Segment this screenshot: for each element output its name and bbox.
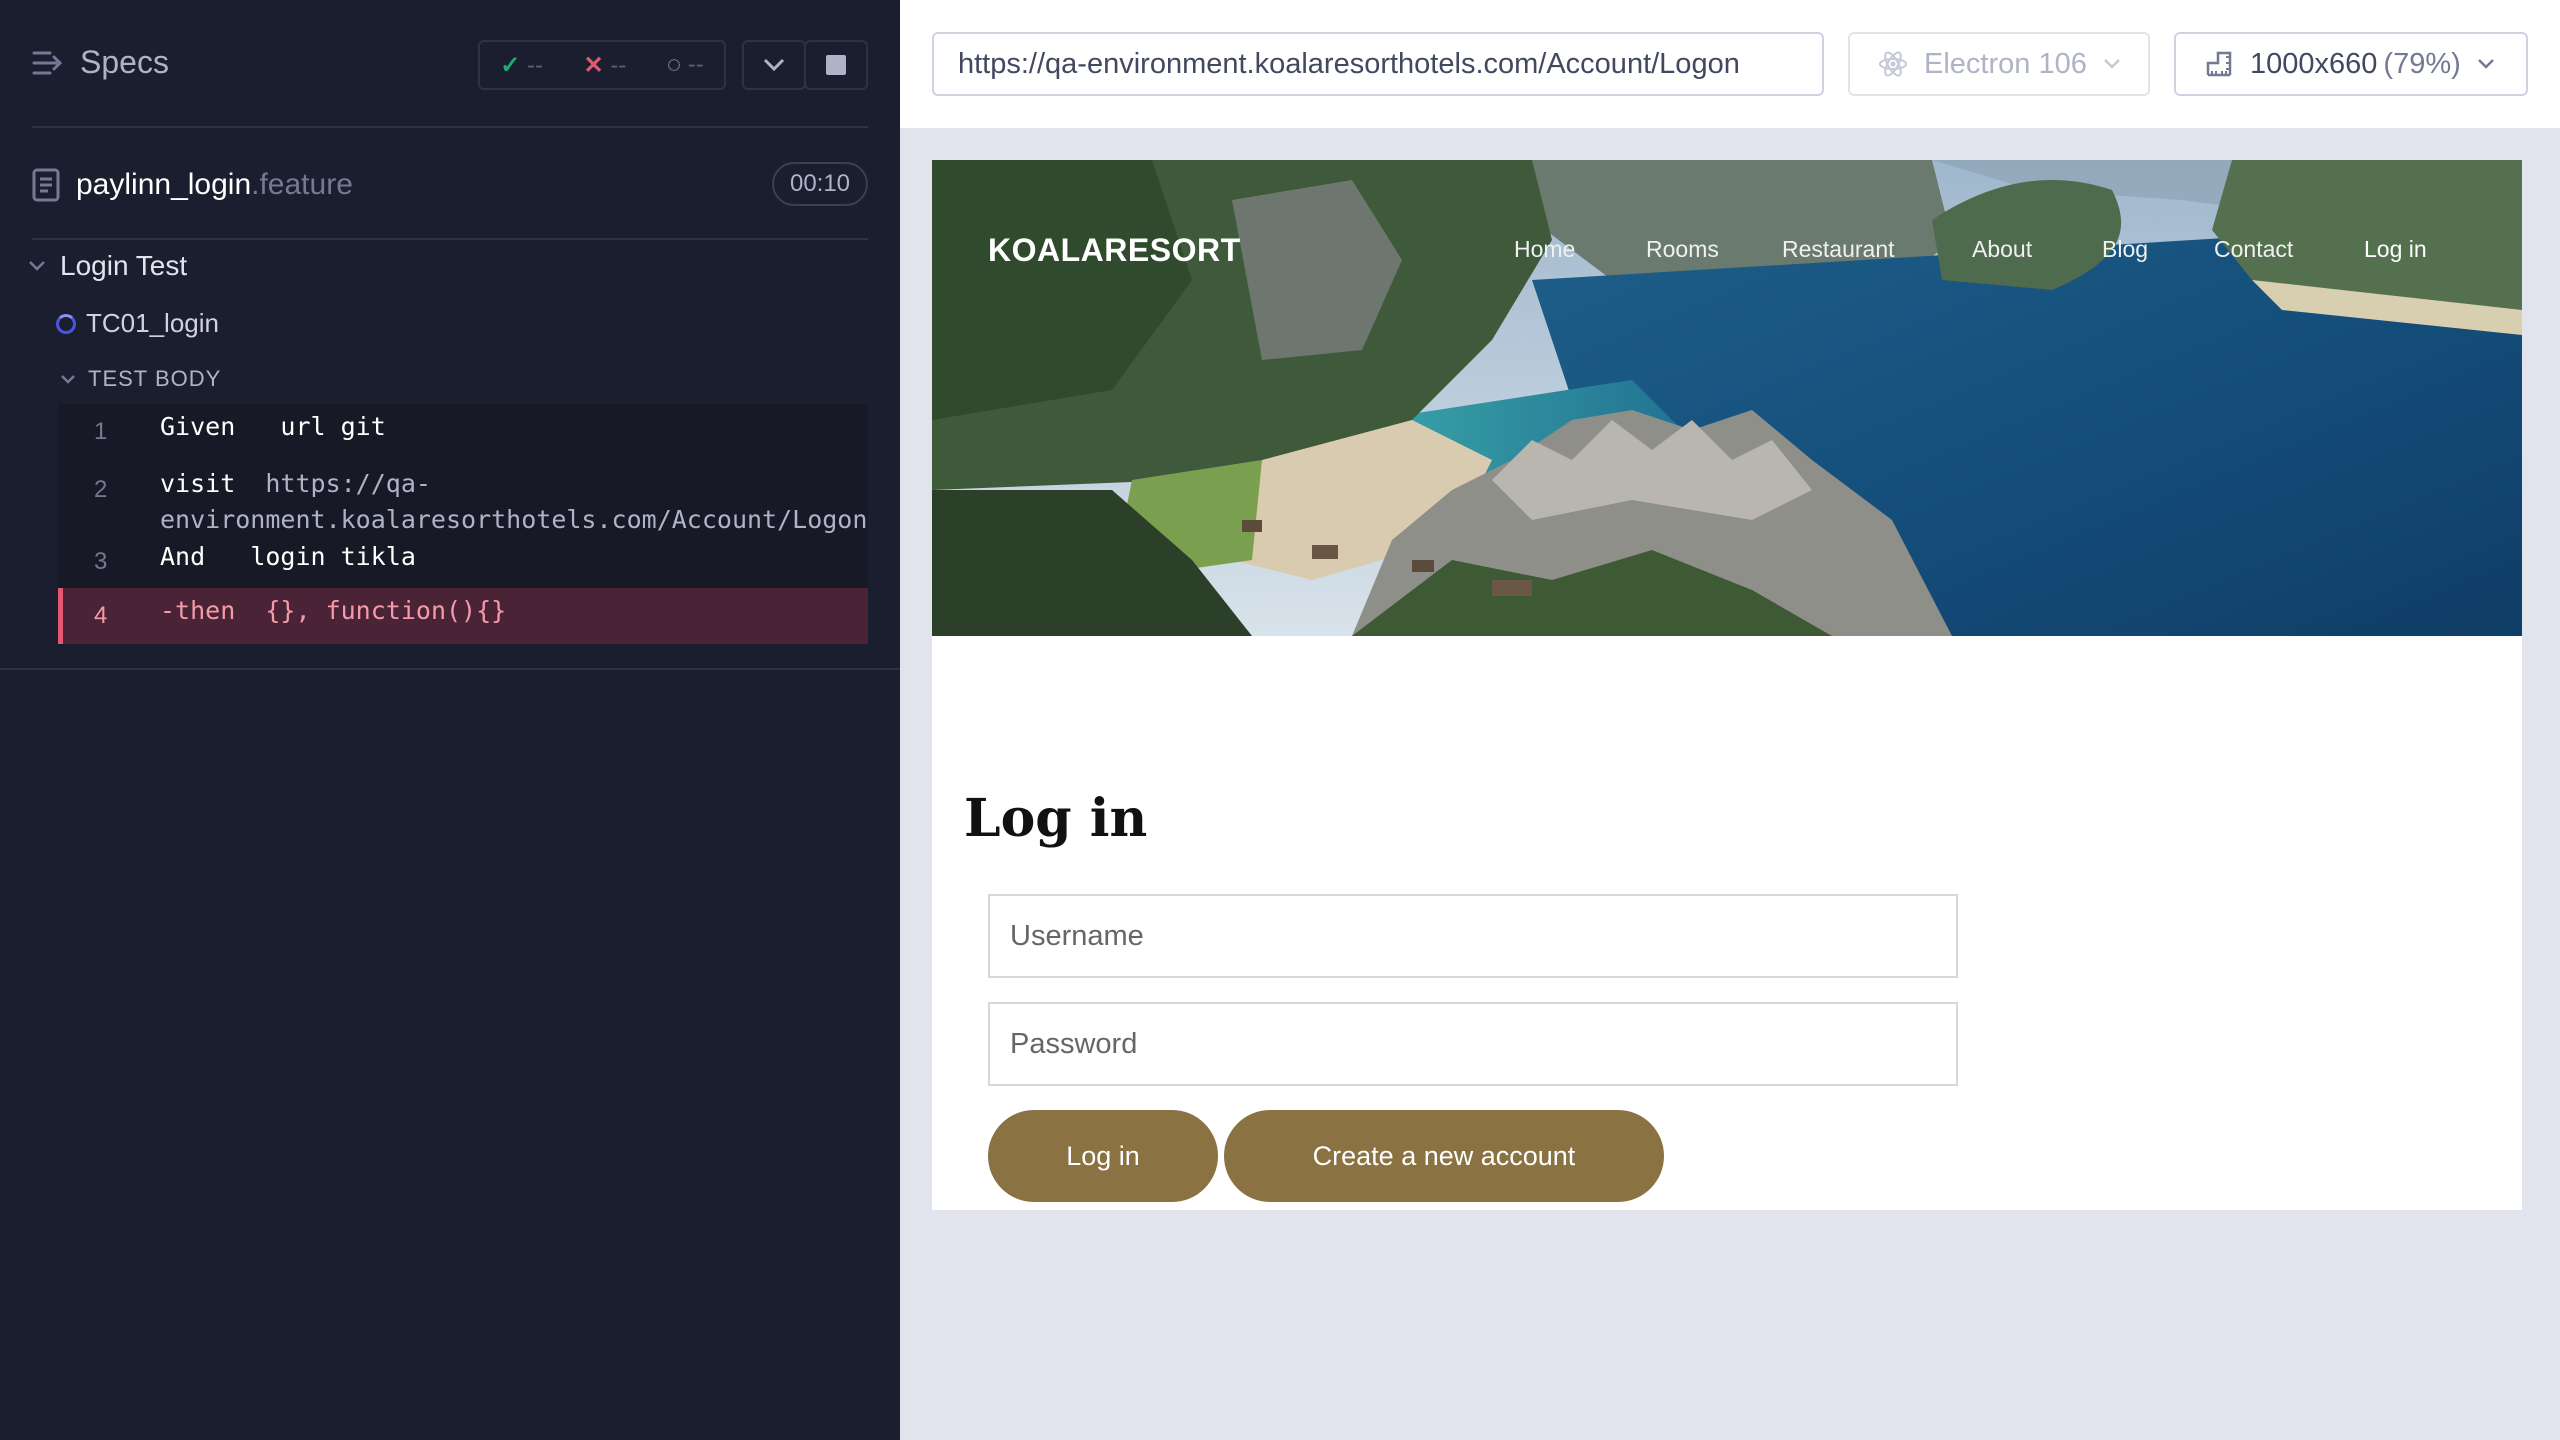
spec-file-ext: .feature bbox=[251, 168, 353, 201]
stop-icon bbox=[826, 55, 846, 75]
chevron-down-icon bbox=[29, 261, 45, 271]
username-placeholder: Username bbox=[1010, 919, 1144, 952]
chevron-down-icon bbox=[2477, 59, 2494, 69]
viewport-label: 1000x660 (79%) bbox=[2250, 47, 2461, 80]
create-account-button[interactable]: Create a new account bbox=[1224, 1110, 1664, 1202]
electron-icon bbox=[1879, 51, 1907, 77]
chevron-down-icon bbox=[763, 58, 785, 72]
command-number: 2 bbox=[94, 476, 108, 503]
password-field[interactable]: Password bbox=[988, 1002, 1958, 1086]
specs-title: Specs bbox=[80, 44, 169, 80]
nav-rooms[interactable]: Rooms bbox=[1646, 236, 1719, 263]
command-row[interactable]: 1 Given url git bbox=[58, 404, 868, 458]
spinner-icon: ◌ bbox=[666, 51, 682, 78]
passed-stat: ✓ -- bbox=[500, 51, 544, 79]
runner-topbar: https://qa-environment.koalaresorthotels… bbox=[900, 0, 2560, 128]
ruler-icon bbox=[2206, 51, 2232, 77]
nav-login[interactable]: Log in bbox=[2364, 236, 2427, 263]
specs-toggle[interactable]: Specs bbox=[32, 44, 169, 81]
nav-contact[interactable]: Contact bbox=[2214, 236, 2293, 263]
test-row[interactable]: TC01_login bbox=[56, 308, 219, 339]
site-nav: Home Rooms Restaurant About Blog Contact… bbox=[932, 236, 2522, 276]
suite-title: Login Test bbox=[60, 250, 188, 281]
login-button[interactable]: Log in bbox=[988, 1110, 1218, 1202]
collapse-button[interactable] bbox=[742, 40, 806, 90]
test-body-label: TEST BODY bbox=[88, 366, 222, 391]
divider bbox=[0, 668, 900, 670]
command-number: 3 bbox=[94, 548, 108, 575]
suite-row[interactable]: Login Test bbox=[28, 250, 187, 282]
viewport-selector[interactable]: 1000x660 (79%) bbox=[2174, 32, 2528, 96]
command-row[interactable]: 3 And login tikla bbox=[58, 534, 868, 588]
nav-about[interactable]: About bbox=[1972, 236, 2032, 263]
aut-url-field[interactable]: https://qa-environment.koalaresorthotels… bbox=[932, 32, 1824, 96]
test-body-toggle[interactable]: TEST BODY bbox=[60, 366, 221, 392]
chevron-down-icon bbox=[2103, 59, 2120, 69]
document-icon bbox=[32, 168, 60, 202]
pending-stat: ◌ -- bbox=[666, 51, 704, 78]
nav-home[interactable]: Home bbox=[1514, 236, 1575, 263]
reporter-panel: Specs ✓ -- ✕ -- ◌ -- paylinn_login .feat… bbox=[0, 0, 900, 1440]
divider bbox=[32, 238, 868, 240]
command-text: visit https://qa-environment.koalaresort… bbox=[160, 469, 868, 534]
spec-duration: 00:10 bbox=[772, 162, 868, 206]
test-stats: ✓ -- ✕ -- ◌ -- bbox=[478, 40, 726, 90]
command-number: 1 bbox=[94, 418, 108, 445]
x-icon: ✕ bbox=[583, 51, 604, 79]
command-text: And login tikla bbox=[160, 542, 416, 571]
command-text: Given url git bbox=[160, 412, 386, 441]
browser-label: Electron 106 bbox=[1924, 47, 2087, 80]
password-placeholder: Password bbox=[1010, 1027, 1138, 1060]
command-log: 1 Given url git 2 visit https://qa-envir… bbox=[58, 404, 868, 644]
spec-file-name: paylinn_login bbox=[76, 168, 252, 201]
command-row[interactable]: 2 visit https://qa-environment.koalareso… bbox=[58, 458, 868, 534]
divider bbox=[32, 126, 868, 128]
check-icon: ✓ bbox=[500, 51, 521, 79]
nav-restaurant[interactable]: Restaurant bbox=[1782, 236, 1895, 263]
failed-command-row[interactable]: 4 -then {}, function(){} bbox=[58, 588, 868, 644]
chevron-down-icon bbox=[61, 375, 75, 384]
failed-stat: ✕ -- bbox=[583, 51, 627, 79]
command-number: 4 bbox=[94, 602, 108, 629]
page-title: Log in bbox=[964, 788, 1148, 849]
command-text: -then {}, function(){} bbox=[160, 596, 507, 625]
runner-area: https://qa-environment.koalaresorthotels… bbox=[900, 0, 2560, 1440]
aut-url-text: https://qa-environment.koalaresorthotels… bbox=[958, 47, 1740, 80]
browser-selector[interactable]: Electron 106 bbox=[1848, 32, 2150, 96]
stop-button[interactable] bbox=[804, 40, 868, 90]
test-title: TC01_login bbox=[86, 308, 219, 338]
hero-image: KOALARESORT Home Rooms Restaurant About … bbox=[932, 160, 2522, 636]
running-spinner-icon bbox=[56, 313, 76, 334]
username-field[interactable]: Username bbox=[988, 894, 1958, 978]
spec-file-header: paylinn_login .feature 00:10 bbox=[32, 162, 868, 208]
aut-iframe: KOALARESORT Home Rooms Restaurant About … bbox=[932, 160, 2522, 1210]
nav-blog[interactable]: Blog bbox=[2102, 236, 2148, 263]
specs-list-icon bbox=[32, 51, 63, 74]
